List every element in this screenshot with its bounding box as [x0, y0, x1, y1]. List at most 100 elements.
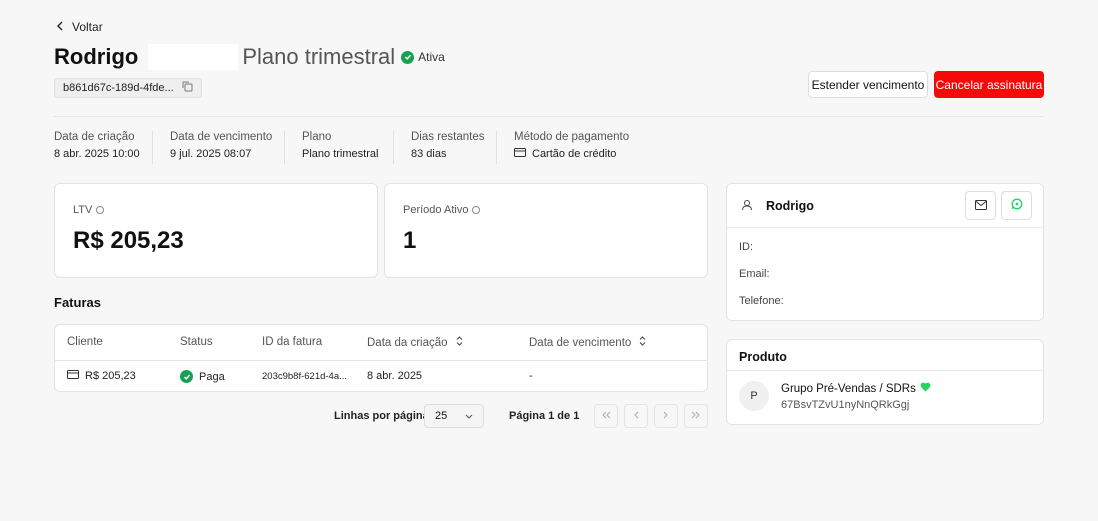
- ltv-card: LTV R$ 205,23: [54, 183, 378, 278]
- user-icon: [741, 199, 753, 214]
- customer-id-label: ID:: [739, 241, 754, 253]
- sort-due-header[interactable]: Data de vencimento: [529, 336, 646, 349]
- meta-value: 9 jul. 2025 08:07: [170, 148, 252, 160]
- rows-per-page-value: 25: [435, 410, 448, 422]
- page-indicator: Página 1 de 1: [509, 410, 580, 422]
- product-title: Produto: [739, 350, 787, 364]
- rows-per-page-select[interactable]: 25: [424, 404, 484, 428]
- meta-label: Dias restantes: [411, 131, 485, 143]
- cell-invoice-id: 203c9b8f-621d-4a...: [262, 371, 348, 382]
- plan-name: Plano trimestral: [242, 44, 396, 69]
- active-period-label: Período Ativo: [403, 204, 469, 216]
- credit-card-icon: [67, 370, 79, 382]
- invoices-title: Faturas: [54, 295, 101, 310]
- chevrons-right-icon: [691, 410, 701, 422]
- customer-card: Rodrigo ID: Email: Telefone:: [726, 183, 1044, 321]
- chevron-down-icon: [465, 410, 473, 422]
- meta-label: Método de pagamento: [514, 131, 630, 143]
- email-button[interactable]: [965, 191, 996, 220]
- meta-label: Data de vencimento: [170, 131, 273, 143]
- whatsapp-icon: [1011, 198, 1023, 213]
- meta-plan: Plano Plano trimestral: [302, 131, 378, 164]
- rows-per-page-label: Linhas por página: [334, 410, 429, 422]
- divider: [152, 131, 153, 164]
- credit-card-icon: [514, 148, 526, 160]
- customer-phone-label: Telefone:: [739, 295, 784, 307]
- ltv-label-wrap: LTV: [73, 204, 105, 216]
- chevron-left-icon: [56, 20, 64, 34]
- page-title: Rodrigo Plano trimestral Ativa: [54, 44, 445, 70]
- meta-days-left: Dias restantes 83 dias: [411, 131, 485, 164]
- next-page-button[interactable]: [654, 404, 678, 428]
- status-badge: Ativa: [401, 50, 445, 64]
- whatsapp-button[interactable]: [1001, 191, 1032, 220]
- meta-value-wrap: Cartão de crédito: [514, 148, 629, 160]
- chevron-left-icon: [633, 410, 639, 422]
- mail-icon: [974, 199, 987, 213]
- back-label: Voltar: [72, 20, 103, 34]
- meta-value: Plano trimestral: [302, 148, 379, 160]
- active-period-card: Período Ativo 1: [384, 183, 708, 278]
- product-name-wrap: Grupo Pré-Vendas / SDRs: [781, 382, 931, 395]
- chevrons-left-icon: [601, 410, 611, 422]
- divider: [284, 131, 285, 164]
- prev-page-button[interactable]: [624, 404, 648, 428]
- customer-card-header: Rodrigo: [727, 184, 1043, 228]
- divider: [496, 131, 497, 164]
- check-circle-icon: [401, 50, 415, 64]
- product-card-header: Produto: [727, 340, 1043, 371]
- invoices-table: Cliente Status ID da fatura Data da cria…: [54, 324, 708, 392]
- back-link[interactable]: Voltar: [56, 20, 103, 34]
- ltv-value: R$ 205,23: [73, 227, 184, 254]
- column-header: ID da fatura: [262, 336, 323, 348]
- meta-value: Cartão de crédito: [532, 148, 617, 160]
- heart-icon: [920, 382, 931, 395]
- customer-email-label: Email:: [739, 268, 770, 280]
- meta-value: 8 abr. 2025 10:00: [54, 148, 140, 160]
- copy-icon[interactable]: [182, 81, 193, 95]
- info-icon[interactable]: [96, 206, 105, 214]
- divider: [54, 116, 1044, 117]
- column-header: Status: [180, 336, 213, 348]
- meta-label: Data de criação: [54, 131, 135, 143]
- ltv-label: LTV: [73, 204, 93, 216]
- info-icon[interactable]: [472, 206, 481, 214]
- cell-status: Paga: [180, 370, 225, 383]
- cell-status-value: Paga: [199, 370, 225, 383]
- redacted-block: [148, 44, 239, 70]
- subscription-id: b861d67c-189d-4fde...: [63, 82, 174, 94]
- customer-name: Rodrigo: [54, 44, 139, 69]
- chevron-right-icon: [663, 410, 669, 422]
- avatar: P: [739, 381, 769, 411]
- cell-created: 8 abr. 2025: [367, 370, 423, 382]
- product-id: 67BsvTZvU1nyNnQRkGgj: [781, 399, 910, 411]
- table-header: Cliente Status ID da fatura Data da cria…: [55, 325, 707, 361]
- extend-due-date-button[interactable]: Estender vencimento: [808, 71, 928, 98]
- sort-icon[interactable]: [639, 336, 646, 349]
- meta-label: Plano: [302, 131, 332, 143]
- meta-created: Data de criação 8 abr. 2025 10:00: [54, 131, 140, 164]
- active-label-wrap: Período Ativo: [403, 204, 481, 216]
- cell-due: -: [529, 370, 533, 382]
- sort-created-header[interactable]: Data da criação: [367, 336, 463, 349]
- cancel-subscription-button[interactable]: Cancelar assinatura: [934, 71, 1044, 98]
- meta-payment-method: Método de pagamento Cartão de crédito: [514, 131, 629, 164]
- active-period-value: 1: [403, 227, 417, 254]
- product-card: Produto P Grupo Pré-Vendas / SDRs 67BsvT…: [726, 339, 1044, 425]
- column-header: Cliente: [67, 336, 103, 348]
- column-header-label: Data de vencimento: [529, 336, 632, 349]
- column-header-label: Data da criação: [367, 336, 448, 349]
- check-circle-icon: [180, 370, 193, 383]
- divider: [393, 131, 394, 164]
- product-name: Grupo Pré-Vendas / SDRs: [781, 382, 916, 395]
- first-page-button[interactable]: [594, 404, 618, 428]
- cell-client-value: R$ 205,23: [85, 370, 136, 382]
- status-label: Ativa: [418, 50, 445, 64]
- subscription-id-pill[interactable]: b861d67c-189d-4fde...: [54, 78, 202, 98]
- meta-due-date: Data de vencimento 9 jul. 2025 08:07: [170, 131, 272, 164]
- customer-name: Rodrigo: [766, 199, 814, 213]
- meta-value: 83 dias: [411, 148, 447, 160]
- sort-icon[interactable]: [456, 336, 463, 349]
- cell-client: R$ 205,23: [67, 370, 136, 382]
- last-page-button[interactable]: [684, 404, 708, 428]
